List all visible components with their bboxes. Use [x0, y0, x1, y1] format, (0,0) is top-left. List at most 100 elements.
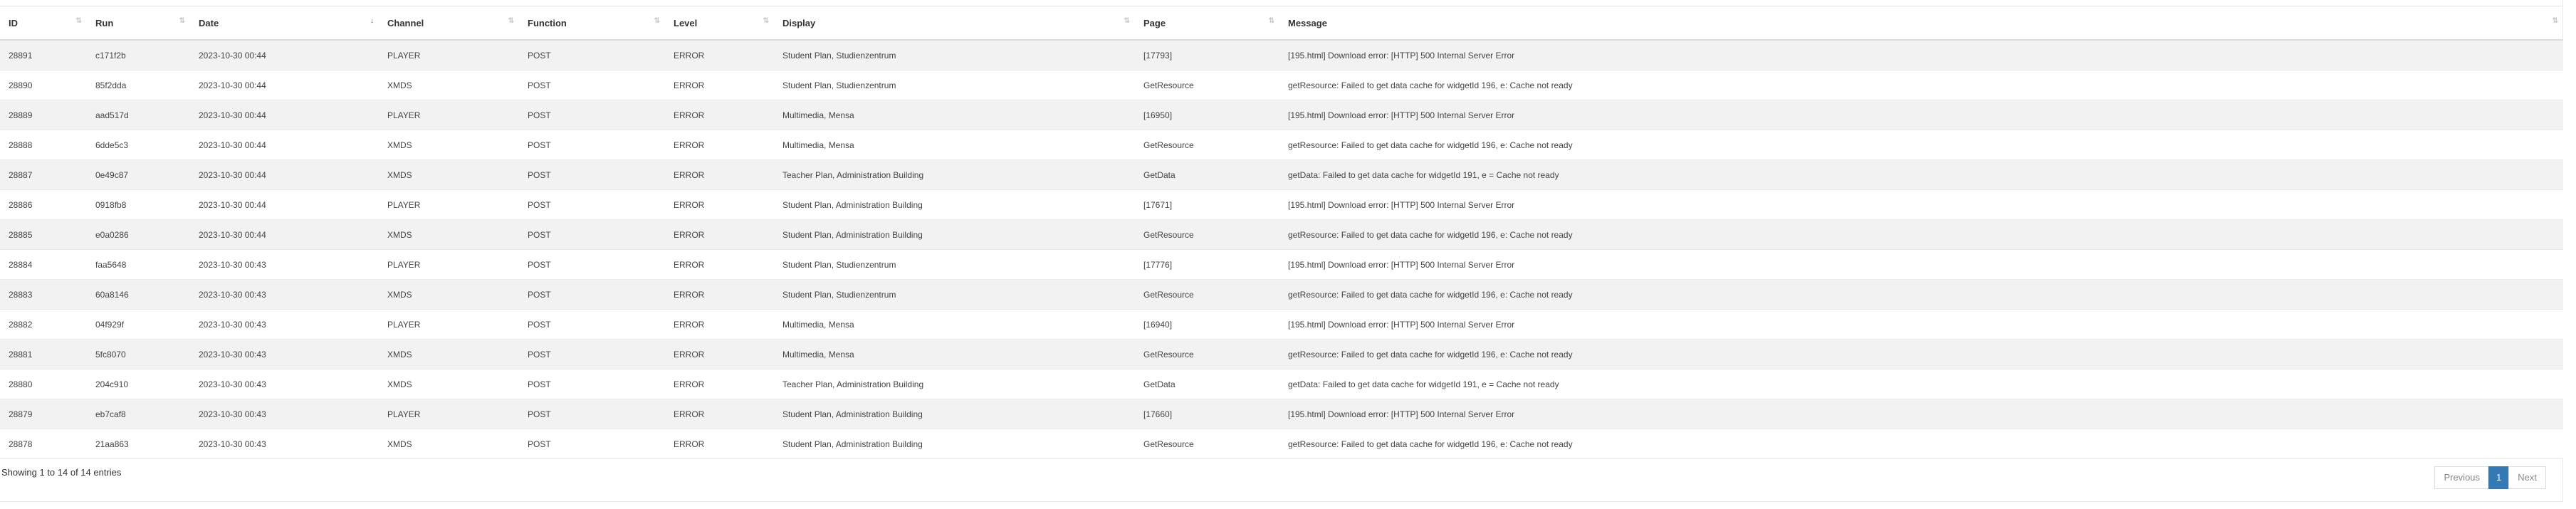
cell-channel: PLAYER: [379, 100, 519, 130]
cell-page: GetResource: [1135, 70, 1279, 100]
column-header-level[interactable]: Level ⇅: [665, 6, 774, 41]
cell-channel: PLAYER: [379, 309, 519, 340]
table-row[interactable]: 28885 e0a0286 2023-10-30 00:44 XMDS POST ERRO…: [0, 219, 2563, 250]
cell-function: POST: [519, 309, 665, 340]
pagination: Previous 1 Next: [2434, 466, 2546, 489]
cell-run: 204c910: [87, 369, 190, 399]
table-row[interactable]: 28879 eb7caf8 2023-10-30 00:43 PLAYER POST ER…: [0, 399, 2563, 429]
cell-function: POST: [519, 189, 665, 220]
cell-channel: XMDS: [379, 219, 519, 250]
cell-date: 2023-10-30 00:43: [190, 399, 379, 429]
cell-message: [195.html] Download error: [HTTP] 500 In…: [1279, 189, 2563, 220]
column-header-date[interactable]: Date ↓: [190, 6, 379, 41]
cell-display: Student Plan, Studienzentrum: [774, 279, 1135, 310]
table-row[interactable]: 28886 0918fb8 2023-10-30 00:44 PLAYER POST ER…: [0, 189, 2563, 220]
table-row[interactable]: 28889 aad517d 2023-10-30 00:44 PLAYER POST ER…: [0, 100, 2563, 130]
cell-channel: XMDS: [379, 70, 519, 100]
cell-level: ERROR: [665, 339, 774, 369]
cell-level: ERROR: [665, 249, 774, 280]
cell-level: ERROR: [665, 279, 774, 310]
cell-level: ERROR: [665, 429, 774, 459]
cell-message: [195.html] Download error: [HTTP] 500 In…: [1279, 309, 2563, 340]
sort-both-icon: ⇅: [179, 17, 185, 25]
cell-function: POST: [519, 159, 665, 190]
cell-id: 28881: [0, 339, 87, 369]
column-header-function[interactable]: Function ⇅: [519, 6, 665, 41]
cell-level: ERROR: [665, 70, 774, 100]
sort-desc-icon: ↓: [370, 17, 374, 25]
column-header-label: Level: [674, 17, 698, 28]
cell-function: POST: [519, 279, 665, 310]
next-page-button[interactable]: Next: [2508, 466, 2546, 489]
cell-message: getResource: Failed to get data cache fo…: [1279, 429, 2563, 459]
cell-channel: XMDS: [379, 159, 519, 190]
cell-function: POST: [519, 369, 665, 399]
cell-date: 2023-10-30 00:44: [190, 130, 379, 160]
table-body: 28891 c171f2b 2023-10-30 00:44 PLAYER POST ER…: [0, 39, 2563, 459]
cell-level: ERROR: [665, 189, 774, 220]
cell-id: 28888: [0, 130, 87, 160]
sort-both-icon: ⇅: [75, 17, 82, 25]
column-header-display[interactable]: Display ⇅: [774, 6, 1135, 41]
cell-page: [17660]: [1135, 399, 1279, 429]
cell-page: [17793]: [1135, 39, 1279, 70]
cell-date: 2023-10-30 00:43: [190, 309, 379, 340]
cell-page: [17776]: [1135, 249, 1279, 280]
cell-display: Multimedia, Mensa: [774, 130, 1135, 160]
table-row[interactable]: 28888 6dde5c3 2023-10-30 00:44 XMDS POST ERRO…: [0, 130, 2563, 160]
sort-both-icon: ⇅: [1268, 17, 1274, 25]
column-header-run[interactable]: Run ⇅: [87, 6, 190, 41]
table-row[interactable]: 28883 60a8146 2023-10-30 00:43 XMDS POST ERRO…: [0, 279, 2563, 310]
table-row[interactable]: 28882 04f929f 2023-10-30 00:43 PLAYER POST ER…: [0, 309, 2563, 340]
cell-date: 2023-10-30 00:44: [190, 70, 379, 100]
cell-message: [195.html] Download error: [HTTP] 500 In…: [1279, 399, 2563, 429]
table-row[interactable]: 28878 21aa863 2023-10-30 00:43 XMDS POST ERRO…: [0, 429, 2563, 459]
cell-id: 28890: [0, 70, 87, 100]
table-row[interactable]: 28880 204c910 2023-10-30 00:43 XMDS POST ERRO…: [0, 369, 2563, 399]
cell-display: Student Plan, Administration Building: [774, 189, 1135, 220]
column-header-channel[interactable]: Channel ⇅: [379, 6, 519, 41]
table-row[interactable]: 28884 faa5648 2023-10-30 00:43 PLAYER POST ER…: [0, 249, 2563, 280]
cell-function: POST: [519, 219, 665, 250]
cell-channel: PLAYER: [379, 189, 519, 220]
cell-display: Student Plan, Studienzentrum: [774, 70, 1135, 100]
column-header-message[interactable]: Message ⇅: [1279, 6, 2563, 41]
cell-display: Multimedia, Mensa: [774, 309, 1135, 340]
cell-channel: XMDS: [379, 130, 519, 160]
table-row[interactable]: 28890 85f2dda 2023-10-30 00:44 XMDS POST ERRO…: [0, 70, 2563, 100]
cell-run: 0918fb8: [87, 189, 190, 220]
cell-run: aad517d: [87, 100, 190, 130]
page-1-button[interactable]: 1: [2488, 466, 2510, 489]
cell-message: getData: Failed to get data cache for wi…: [1279, 369, 2563, 399]
cell-function: POST: [519, 39, 665, 70]
column-header-id[interactable]: ID ⇅: [0, 6, 87, 41]
cell-id: 28891: [0, 39, 87, 70]
cell-function: POST: [519, 70, 665, 100]
column-header-page[interactable]: Page ⇅: [1135, 6, 1279, 41]
cell-display: Student Plan, Studienzentrum: [774, 249, 1135, 280]
table-row[interactable]: 28881 5fc8070 2023-10-30 00:43 XMDS POST ERRO…: [0, 339, 2563, 369]
previous-page-button[interactable]: Previous: [2434, 466, 2490, 489]
cell-message: [195.html] Download error: [HTTP] 500 In…: [1279, 249, 2563, 280]
table-row[interactable]: 28887 0e49c87 2023-10-30 00:44 XMDS POST ERRO…: [0, 159, 2563, 190]
column-header-label: Message: [1288, 17, 1327, 28]
cell-function: POST: [519, 339, 665, 369]
cell-date: 2023-10-30 00:44: [190, 189, 379, 220]
cell-date: 2023-10-30 00:43: [190, 369, 379, 399]
cell-run: 04f929f: [87, 309, 190, 340]
cell-level: ERROR: [665, 100, 774, 130]
table-row[interactable]: 28891 c171f2b 2023-10-30 00:44 PLAYER POST ER…: [0, 39, 2563, 70]
cell-function: POST: [519, 429, 665, 459]
column-header-label: Run: [95, 17, 114, 28]
cell-level: ERROR: [665, 130, 774, 160]
cell-run: 0e49c87: [87, 159, 190, 190]
cell-channel: XMDS: [379, 369, 519, 399]
cell-page: GetResource: [1135, 279, 1279, 310]
cell-date: 2023-10-30 00:44: [190, 100, 379, 130]
cell-page: GetResource: [1135, 130, 1279, 160]
cell-date: 2023-10-30 00:43: [190, 339, 379, 369]
cell-message: getResource: Failed to get data cache fo…: [1279, 339, 2563, 369]
cell-run: e0a0286: [87, 219, 190, 250]
cell-page: GetResource: [1135, 339, 1279, 369]
cell-run: 85f2dda: [87, 70, 190, 100]
